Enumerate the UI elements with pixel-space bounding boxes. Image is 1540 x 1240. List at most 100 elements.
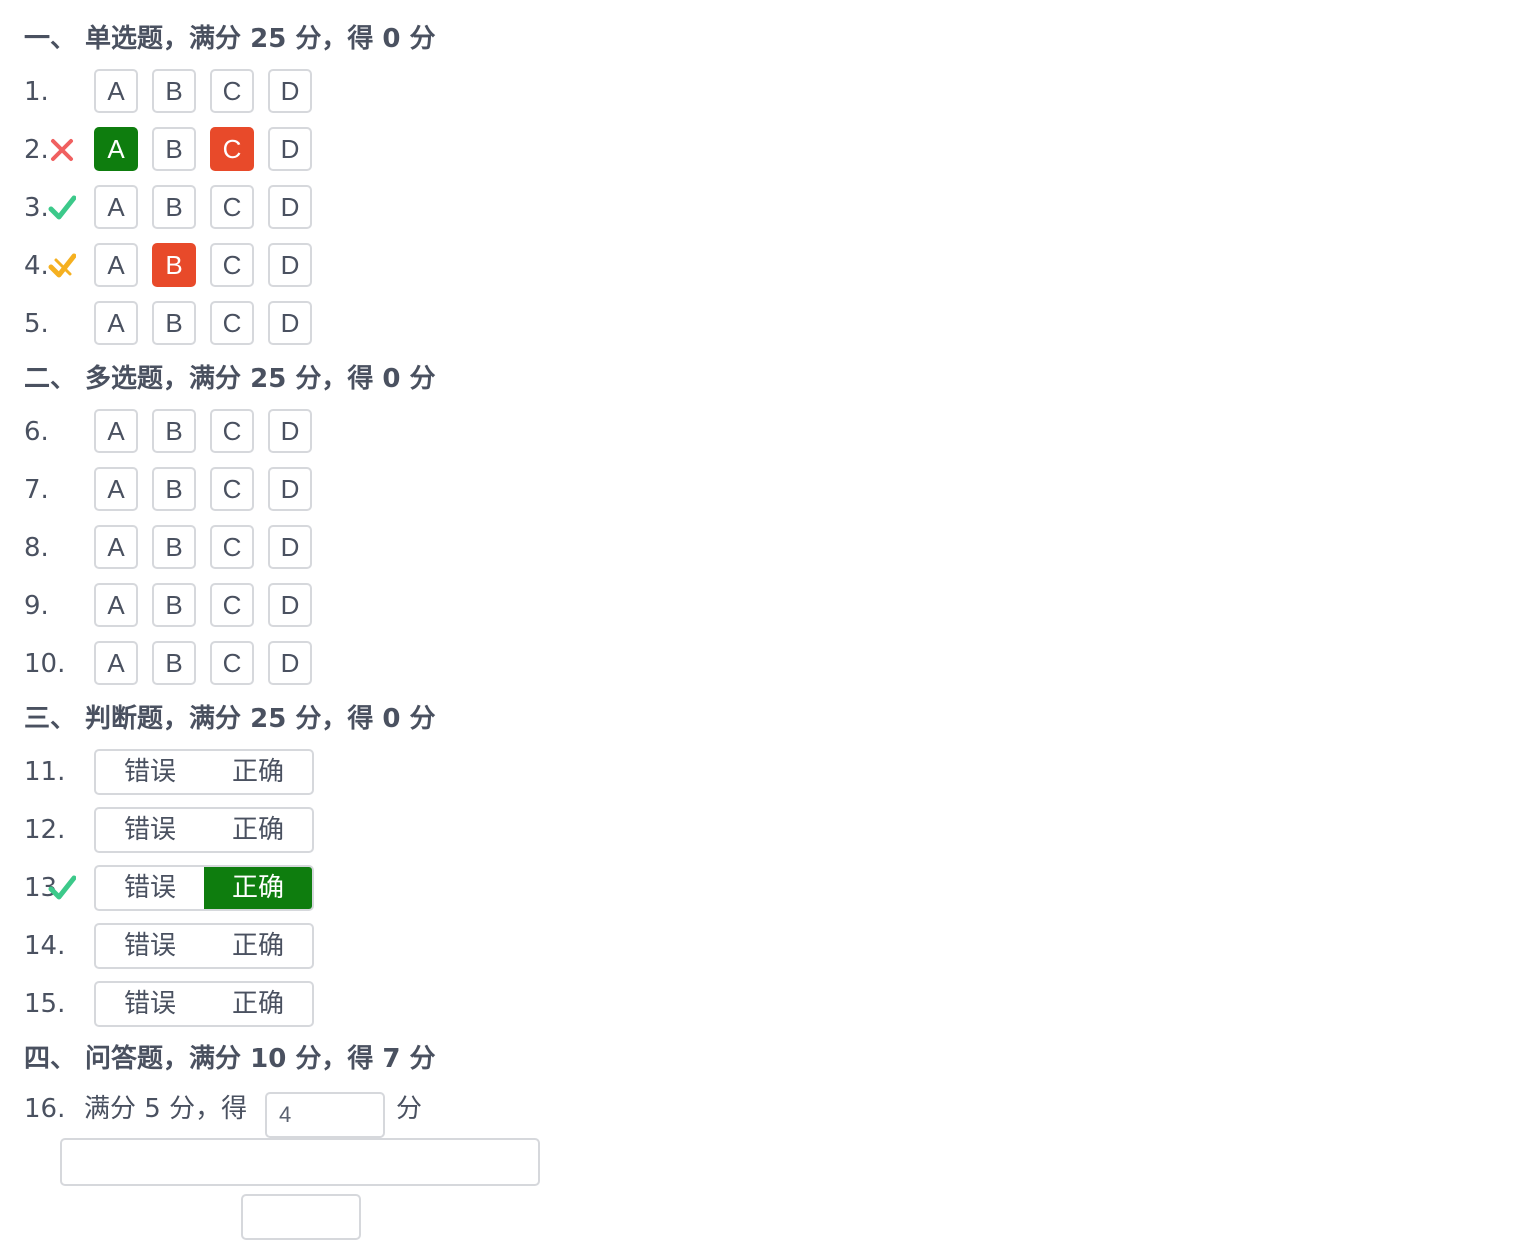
option-a-button[interactable]: A (94, 409, 138, 453)
option-c-button[interactable]: C (210, 583, 254, 627)
question-number: 7. (24, 475, 49, 505)
option-d-button[interactable]: D (268, 409, 312, 453)
option-d-button[interactable]: D (268, 583, 312, 627)
false-option-button[interactable]: 错误 (96, 809, 204, 851)
true-option-button[interactable]: 正确 (204, 751, 312, 793)
option-a-button[interactable]: A (94, 525, 138, 569)
option-c-button[interactable]: C (210, 301, 254, 345)
option-a-button[interactable]: A (94, 301, 138, 345)
question-row: 6. A B C D (24, 404, 1504, 462)
option-c-button[interactable]: C (210, 525, 254, 569)
question-row: 1. A B C D (24, 64, 1504, 122)
option-c-button[interactable]: C (210, 467, 254, 511)
true-option-button[interactable]: 正确 (204, 867, 312, 909)
question-row: 15. 错误 正确 (24, 976, 1504, 1034)
option-b-button[interactable]: B (152, 467, 196, 511)
question-number: 3. (24, 193, 49, 223)
option-b-button[interactable]: B (152, 243, 196, 287)
option-c-button[interactable]: C (210, 127, 254, 171)
essay-comment-input[interactable] (60, 1138, 540, 1186)
section-got-score: 0 (382, 704, 401, 734)
question-row: 14. 错误 正确 (24, 918, 1504, 976)
option-b-button[interactable]: B (152, 409, 196, 453)
section-title-single-choice: 一、 单选题，满分 25 分，得 0 分 (24, 14, 1504, 64)
option-d-button[interactable]: D (268, 301, 312, 345)
option-b-button[interactable]: B (152, 185, 196, 229)
section-title-suffix: 分 (400, 1044, 436, 1074)
question-number: 14. (24, 931, 66, 961)
section-title-mid: 分，得 (286, 1044, 383, 1074)
section-title-prefix: 四、 问答题，满分 (24, 1044, 251, 1074)
question-number: 9. (24, 591, 49, 621)
question-row: 11. 错误 正确 (24, 744, 1504, 802)
false-option-button[interactable]: 错误 (96, 751, 204, 793)
option-b-button[interactable]: B (152, 69, 196, 113)
question-row: 7. A B C D (24, 462, 1504, 520)
question-row: 8. A B C D (24, 520, 1504, 578)
answer-options: ABCD (94, 185, 326, 229)
option-d-button[interactable]: D (268, 69, 312, 113)
option-d-button[interactable]: D (268, 525, 312, 569)
question-number: 5. (24, 309, 49, 339)
option-d-button[interactable]: D (268, 641, 312, 685)
question-number: 16. (24, 1094, 66, 1124)
true-false-toggle: 错误 正确 (94, 865, 314, 911)
section-got-score: 0 (382, 24, 401, 54)
answer-options: ABCD (94, 301, 326, 345)
question-number: 8. (24, 533, 49, 563)
option-b-button[interactable]: B (152, 525, 196, 569)
option-c-button[interactable]: C (210, 409, 254, 453)
question-row: 12. 错误 正确 (24, 802, 1504, 860)
option-c-button[interactable]: C (210, 69, 254, 113)
section-title-essay: 四、 问答题，满分 10 分，得 7 分 (24, 1034, 1504, 1084)
answer-options: ABCD (94, 69, 326, 113)
option-d-button[interactable]: D (268, 467, 312, 511)
option-b-button[interactable]: B (152, 127, 196, 171)
false-option-button[interactable]: 错误 (96, 867, 204, 909)
essay-question-row: 16. 满分 5 分，得 分 (24, 1084, 1504, 1142)
option-c-button[interactable]: C (210, 641, 254, 685)
answer-options: ABCD (94, 641, 326, 685)
answer-options: ABCD (94, 127, 326, 171)
essay-score-input[interactable] (265, 1092, 385, 1138)
section-got-score: 0 (382, 364, 401, 394)
option-c-button[interactable]: C (210, 185, 254, 229)
question-row: 5. A B C D (24, 296, 1504, 354)
option-d-button[interactable]: D (268, 127, 312, 171)
answer-sheet: 一、 单选题，满分 25 分，得 0 分 1. A B C D 2. A B C D 3. A B C D 4… (24, 14, 1504, 1142)
question-number: 10. (24, 649, 66, 679)
option-d-button[interactable]: D (268, 243, 312, 287)
option-a-button[interactable]: A (94, 243, 138, 287)
question-number: 15. (24, 989, 66, 1019)
answer-options: ABCD (94, 525, 326, 569)
option-c-button[interactable]: C (210, 243, 254, 287)
option-b-button[interactable]: B (152, 583, 196, 627)
option-b-button[interactable]: B (152, 641, 196, 685)
option-d-button[interactable]: D (268, 185, 312, 229)
option-a-button[interactable]: A (94, 641, 138, 685)
question-row: 13. 错误 正确 (24, 860, 1504, 918)
answer-options: ABCD (94, 467, 326, 511)
false-option-button[interactable]: 错误 (96, 925, 204, 967)
question-row: 2. A B C D (24, 122, 1504, 180)
option-a-button[interactable]: A (94, 127, 138, 171)
section-title-suffix: 分 (400, 704, 436, 734)
option-a-button[interactable]: A (94, 467, 138, 511)
section-full-score: 25 (250, 24, 287, 54)
false-option-button[interactable]: 错误 (96, 983, 204, 1025)
true-option-button[interactable]: 正确 (204, 925, 312, 967)
section-title-mid: 分，得 (286, 364, 383, 394)
true-option-button[interactable]: 正确 (204, 983, 312, 1025)
next-score-input[interactable] (241, 1194, 361, 1240)
section-title-true-false: 三、 判断题，满分 25 分，得 0 分 (24, 694, 1504, 744)
section-title-prefix: 二、 多选题，满分 (24, 364, 251, 394)
essay-score-label: 满分 5 分，得 (84, 1094, 248, 1124)
option-a-button[interactable]: A (94, 69, 138, 113)
cross-icon (48, 136, 76, 164)
question-row: 3. A B C D (24, 180, 1504, 238)
option-a-button[interactable]: A (94, 583, 138, 627)
option-b-button[interactable]: B (152, 301, 196, 345)
option-a-button[interactable]: A (94, 185, 138, 229)
section-full-score: 10 (250, 1044, 287, 1074)
true-option-button[interactable]: 正确 (204, 809, 312, 851)
